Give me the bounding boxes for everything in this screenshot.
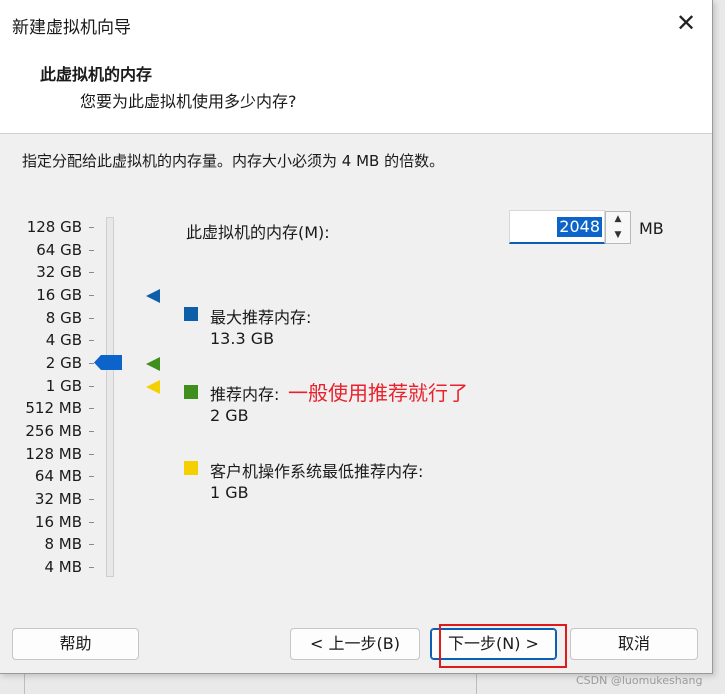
window-title: 新建虚拟机向导	[12, 18, 131, 38]
watermark: CSDN @luomukeshang	[576, 674, 703, 687]
scale-label: 128 MB	[25, 444, 82, 463]
spin-down-icon[interactable]: ▼	[606, 228, 630, 243]
close-icon[interactable]: ✕	[672, 9, 700, 37]
scale-tick	[89, 317, 94, 319]
scale-tick	[89, 340, 94, 342]
background-divider	[476, 673, 477, 694]
scale-tick	[89, 566, 94, 568]
scale-label: 16 MB	[34, 512, 82, 531]
scale-tick	[89, 272, 94, 274]
spin-up-icon[interactable]: ▲	[606, 212, 630, 227]
scale-label: 8 GB	[45, 308, 82, 327]
recommended-legend-title: 推荐内存:	[210, 385, 280, 404]
scale-label: 1 GB	[45, 376, 82, 395]
scale-label: 32 MB	[34, 489, 82, 508]
page-subtitle: 您要为此虚拟机使用多少内存?	[80, 92, 297, 111]
scale-label: 32 GB	[36, 263, 82, 282]
scale-label: 16 GB	[36, 285, 82, 304]
scale-tick	[89, 408, 94, 410]
guest-min-marker-icon	[146, 379, 160, 394]
memory-spinner: ▲ ▼	[605, 211, 631, 244]
scale-label: 64 MB	[34, 467, 82, 486]
highlight-box	[439, 624, 567, 668]
scale-label: 64 GB	[36, 240, 82, 259]
scale-label: 8 MB	[44, 535, 82, 554]
background-divider	[24, 673, 25, 694]
guest-min-legend-title: 客户机操作系统最低推荐内存:	[210, 462, 424, 481]
max-legend-title: 最大推荐内存:	[210, 308, 312, 327]
scale-tick	[89, 227, 94, 228]
scale-tick	[89, 249, 94, 251]
scale-tick	[89, 544, 94, 546]
recommended-legend-value: 2 GB	[210, 406, 249, 425]
scale-label: 128 GB	[26, 218, 82, 236]
scale-tick	[89, 521, 94, 523]
scale-tick	[89, 294, 94, 296]
cancel-button[interactable]: 取消	[570, 628, 698, 660]
help-button[interactable]: 帮助	[12, 628, 139, 660]
memory-unit: MB	[639, 219, 664, 238]
scale-label: 4 MB	[44, 557, 82, 576]
memory-label: 此虚拟机的内存(M):	[186, 223, 330, 242]
scale-tick	[89, 498, 94, 500]
page-title: 此虚拟机的内存	[40, 65, 153, 84]
scale-tick	[89, 385, 94, 387]
back-button[interactable]: < 上一步(B)	[290, 628, 420, 660]
scale-tick	[89, 476, 94, 478]
recommended-legend-swatch	[184, 385, 198, 399]
scale-tick	[89, 430, 94, 432]
wizard-header: 此虚拟机的内存 您要为此虚拟机使用多少内存?	[0, 46, 712, 134]
memory-value: 2048	[557, 217, 602, 237]
annotation-text: 一般使用推荐就行了	[288, 381, 468, 405]
scale-label: 256 MB	[25, 421, 82, 440]
scale-tick	[89, 453, 94, 455]
scale-label: 2 GB	[45, 353, 82, 372]
max-legend-value: 13.3 GB	[210, 329, 275, 348]
recommended-marker-icon	[146, 356, 160, 371]
memory-slider-thumb[interactable]	[94, 354, 122, 370]
max-legend-swatch	[184, 307, 198, 321]
memory-input[interactable]: 2048	[509, 210, 605, 244]
new-vm-wizard-dialog: 新建虚拟机向导 ✕ 此虚拟机的内存 您要为此虚拟机使用多少内存? 指定分配给此虚…	[0, 0, 713, 674]
title-bar: 新建虚拟机向导 ✕	[0, 0, 712, 46]
scale-label: 512 MB	[25, 399, 82, 418]
guest-min-legend-value: 1 GB	[210, 483, 249, 502]
scale-label: 4 GB	[45, 331, 82, 350]
instruction-text: 指定分配给此虚拟机的内存量。内存大小必须为 4 MB 的倍数。	[22, 152, 445, 170]
memory-slider-track[interactable]	[106, 217, 114, 577]
max-marker-icon	[146, 288, 160, 303]
guest-min-legend-swatch	[184, 461, 198, 475]
